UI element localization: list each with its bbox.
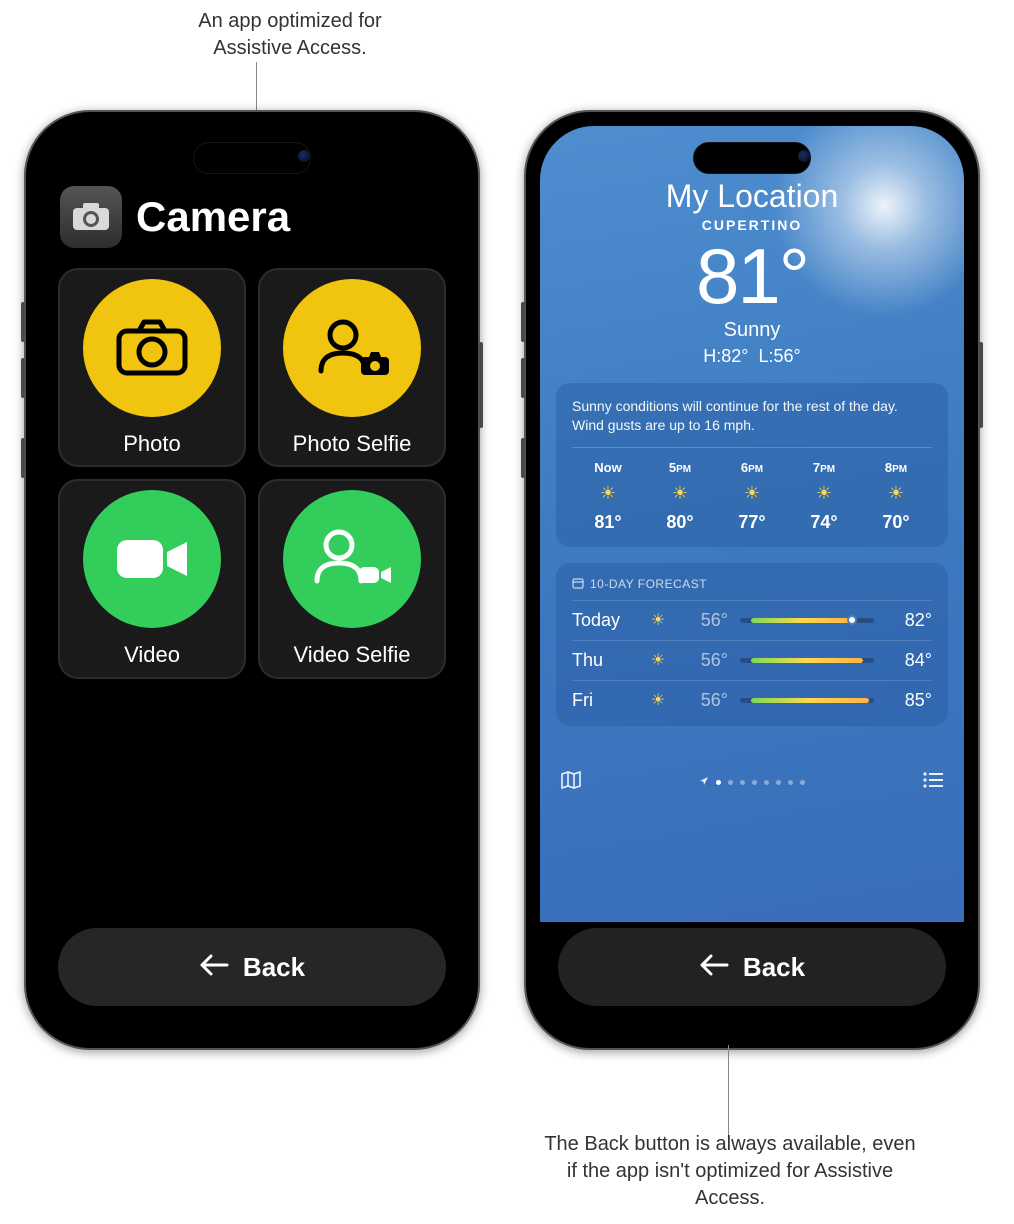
hour-temp: 70° xyxy=(860,512,932,533)
temp-range-bar xyxy=(740,698,874,703)
day-high: 85° xyxy=(886,690,932,711)
tile-video-selfie[interactable]: Video Selfie xyxy=(258,479,446,678)
weather-toolbar xyxy=(540,760,964,804)
back-label: Back xyxy=(743,952,805,983)
tile-label: Photo xyxy=(123,431,181,457)
page-dot xyxy=(752,780,757,785)
hourly-row: Now 81° 5PM 80° 6PM 77° xyxy=(572,460,932,533)
screen-camera-app: Camera Photo Photo Selfie Video xyxy=(40,126,464,1034)
weather-header: My Location CUPERTINO 81° Sunny H:82° L:… xyxy=(540,178,964,367)
camera-options-grid: Photo Photo Selfie Video Video Selfie xyxy=(40,262,464,685)
hour-item: Now 81° xyxy=(572,460,644,533)
back-button[interactable]: Back xyxy=(58,928,446,1006)
phone-frame-weather: My Location CUPERTINO 81° Sunny H:82° L:… xyxy=(524,110,980,1050)
callout-leader-bottom xyxy=(728,1045,729,1143)
page-dot xyxy=(776,780,781,785)
camera-app-icon xyxy=(60,186,122,248)
day-high: 84° xyxy=(886,650,932,671)
tile-label: Video xyxy=(124,642,180,668)
low-temp: L:56° xyxy=(759,346,801,366)
arrow-left-icon xyxy=(199,952,229,983)
hourly-forecast-card[interactable]: Sunny conditions will continue for the r… xyxy=(556,383,948,547)
callout-top: An app optimized for Assistive Access. xyxy=(160,8,420,62)
sun-icon xyxy=(644,483,716,504)
hour-time: Now xyxy=(572,460,644,475)
sun-icon xyxy=(716,483,788,504)
page-dot xyxy=(728,780,733,785)
page-indicator[interactable] xyxy=(699,773,805,791)
dynamic-island xyxy=(193,142,311,174)
temp-range-bar xyxy=(740,618,874,623)
current-temp: 81° xyxy=(540,237,964,315)
day-row: Fri 56° 85° xyxy=(572,680,932,720)
arrow-left-icon xyxy=(699,952,729,983)
calendar-icon xyxy=(572,577,584,592)
page-dot xyxy=(800,780,805,785)
weather-content: My Location CUPERTINO 81° Sunny H:82° L:… xyxy=(540,126,964,922)
callout-bottom: The Back button is always available, eve… xyxy=(540,1131,920,1212)
day-high: 82° xyxy=(886,610,932,631)
sun-icon xyxy=(572,483,644,504)
day-name: Fri xyxy=(572,690,638,711)
hour-time: 6PM xyxy=(716,460,788,475)
summary-text: Sunny conditions will continue for the r… xyxy=(572,397,932,448)
back-button[interactable]: Back xyxy=(558,928,946,1006)
current-condition: Sunny xyxy=(540,319,964,342)
sun-icon xyxy=(638,690,678,710)
map-icon[interactable] xyxy=(560,770,582,795)
tile-video[interactable]: Video xyxy=(58,479,246,678)
location-arrow-icon xyxy=(699,773,709,791)
tile-label: Photo Selfie xyxy=(293,431,412,457)
hour-item: 5PM 80° xyxy=(644,460,716,533)
hour-temp: 74° xyxy=(788,512,860,533)
high-temp: H:82° xyxy=(703,346,748,366)
hour-temp: 77° xyxy=(716,512,788,533)
video-icon xyxy=(83,490,221,628)
front-camera-dot xyxy=(298,150,310,162)
hour-temp: 80° xyxy=(644,512,716,533)
app-title: Camera xyxy=(136,193,290,241)
screen-weather-app: My Location CUPERTINO 81° Sunny H:82° L:… xyxy=(540,126,964,1034)
sun-icon xyxy=(638,650,678,670)
day-row: Today 56° 82° xyxy=(572,600,932,640)
hour-item: 8PM 70° xyxy=(860,460,932,533)
day-low: 56° xyxy=(678,650,728,671)
city-name: CUPERTINO xyxy=(540,217,964,233)
daily-forecast-card[interactable]: 10-DAY FORECAST Today 56° 82° Thu 56° xyxy=(556,563,948,726)
forecast-title: 10-DAY FORECAST xyxy=(572,577,932,592)
hour-item: 6PM 77° xyxy=(716,460,788,533)
hour-time: 8PM xyxy=(860,460,932,475)
back-label: Back xyxy=(243,952,305,983)
camera-icon xyxy=(83,279,221,417)
page-dot xyxy=(740,780,745,785)
hour-time: 7PM xyxy=(788,460,860,475)
person-video-icon xyxy=(283,490,421,628)
tile-label: Video Selfie xyxy=(293,642,410,668)
sun-icon xyxy=(860,483,932,504)
temp-range-bar xyxy=(740,658,874,663)
day-low: 56° xyxy=(678,690,728,711)
day-name: Thu xyxy=(572,650,638,671)
day-row: Thu 56° 84° xyxy=(572,640,932,680)
high-low: H:82° L:56° xyxy=(540,346,964,367)
person-camera-icon xyxy=(283,279,421,417)
phone-frame-assistive: Camera Photo Photo Selfie Video xyxy=(24,110,480,1050)
sun-icon xyxy=(788,483,860,504)
dynamic-island xyxy=(693,142,811,174)
tile-photo-selfie[interactable]: Photo Selfie xyxy=(258,268,446,467)
hour-temp: 81° xyxy=(572,512,644,533)
hour-item: 7PM 74° xyxy=(788,460,860,533)
day-name: Today xyxy=(572,610,638,631)
page-dot xyxy=(764,780,769,785)
location-title: My Location xyxy=(540,178,964,215)
day-low: 56° xyxy=(678,610,728,631)
tile-photo[interactable]: Photo xyxy=(58,268,246,467)
page-dot xyxy=(716,780,721,785)
front-camera-dot xyxy=(798,150,810,162)
callout-leader-top xyxy=(256,62,257,112)
page-dot xyxy=(788,780,793,785)
hour-time: 5PM xyxy=(644,460,716,475)
sun-icon xyxy=(638,610,678,630)
list-icon[interactable] xyxy=(922,771,944,794)
